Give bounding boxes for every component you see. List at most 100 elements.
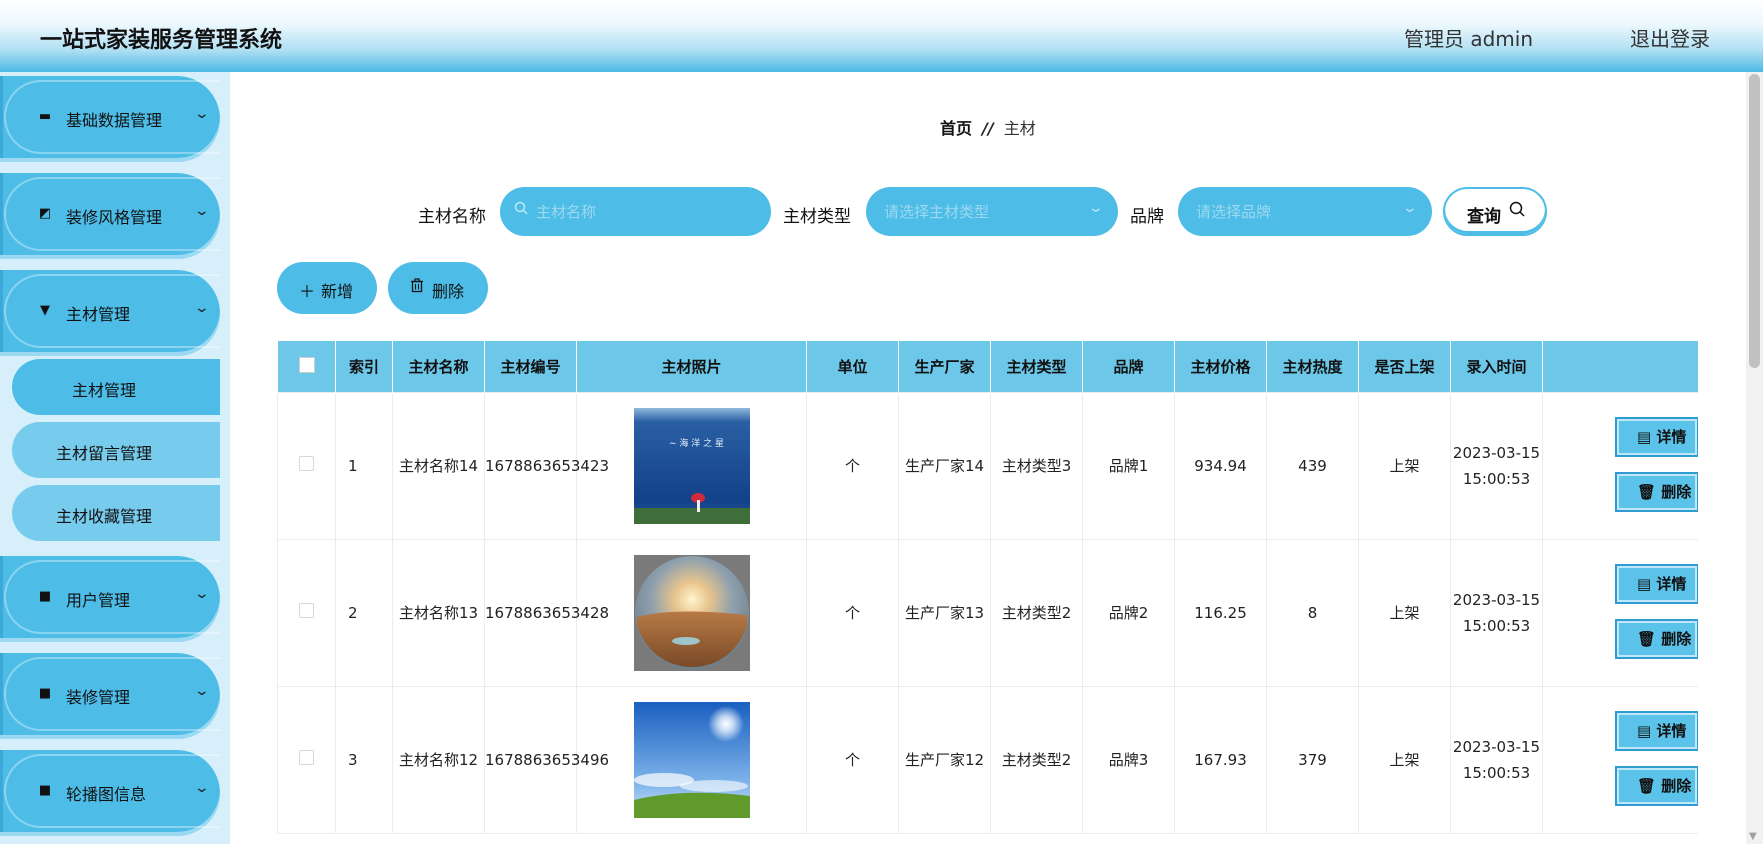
trash-icon: 🗑 xyxy=(1637,630,1657,648)
cell-photo xyxy=(576,539,807,687)
cell-type: 主材类型2 xyxy=(990,686,1083,834)
logout-link[interactable]: 退出登录 xyxy=(1630,23,1710,52)
detail-button[interactable]: ▤ 详情 xyxy=(1615,417,1698,457)
cell-code: 1678863653496 xyxy=(484,686,609,834)
detail-button-label: 详情 xyxy=(1656,722,1687,740)
row-checkbox[interactable] xyxy=(277,686,336,834)
scrollbar-thumb[interactable] xyxy=(1749,74,1760,368)
detail-button[interactable]: ▤ 详情 xyxy=(1615,711,1698,751)
column-header: 是否上架 xyxy=(1358,340,1451,393)
select-all-checkbox[interactable] xyxy=(277,340,336,393)
cell-index: 3 xyxy=(335,686,393,834)
column-header: 主材价格 xyxy=(1174,340,1267,393)
cell-unit: 个 xyxy=(806,539,899,687)
column-header: 生产厂家 xyxy=(898,340,991,393)
sidebar-menu-carousel[interactable]: ■ 轮播图信息 ⌄ xyxy=(0,750,220,836)
cell-listed: 上架 xyxy=(1358,539,1451,687)
cell-time: 2023-03-15 15:00:53 xyxy=(1450,392,1543,540)
sidebar-submenu-label: 主材管理 xyxy=(72,381,137,400)
detail-button-label: 详情 xyxy=(1656,428,1687,446)
cell-heat: 379 xyxy=(1266,686,1359,834)
row-checkbox[interactable] xyxy=(277,539,336,687)
cell-maker: 生产厂家14 xyxy=(898,392,991,540)
document-icon: ▤ xyxy=(1637,575,1652,593)
sidebar-submenu-material-comments[interactable]: 主材留言管理 xyxy=(12,422,220,478)
table-row: 2 主材名称13 1678863653428 个 生产厂家13 主材类型2 品牌… xyxy=(277,539,1698,687)
chevron-down-icon: ⌄ xyxy=(193,586,211,602)
sidebar-menu-decoration[interactable]: ■ 装修管理 ⌄ xyxy=(0,653,220,739)
add-button[interactable]: ＋ 新增 xyxy=(277,262,377,314)
delete-button[interactable]: 🗑 删除 xyxy=(1615,472,1698,512)
delete-button[interactable]: 🗑 删除 xyxy=(1615,766,1698,806)
material-name-placeholder: 主材名称 xyxy=(536,203,597,221)
desert-photo[interactable] xyxy=(633,555,750,671)
brush-icon: ▼ xyxy=(40,303,50,318)
scroll-down-arrow-icon[interactable]: ▼ xyxy=(1749,831,1757,842)
sky-photo[interactable] xyxy=(633,702,750,818)
document-icon: ▤ xyxy=(1637,722,1652,740)
sidebar-submenu-material-favorites[interactable]: 主材收藏管理 xyxy=(12,485,220,541)
sidebar-menu-basic-data[interactable]: ▬ 基础数据管理 ⌄ xyxy=(0,76,220,162)
cell-photo: ~ 海 洋 之 星 xyxy=(576,392,807,540)
plus-icon: ＋ xyxy=(299,282,316,301)
cell-unit: 个 xyxy=(806,392,899,540)
trash-icon: 🗑 xyxy=(1637,483,1657,501)
cell-listed: 上架 xyxy=(1358,686,1451,834)
query-button[interactable]: 查询 xyxy=(1443,187,1547,236)
row-checkbox[interactable] xyxy=(277,392,336,540)
cell-time: 2023-03-15 15:00:53 xyxy=(1450,686,1543,834)
column-header: 索引 xyxy=(335,340,393,393)
cell-brand: 品牌3 xyxy=(1082,686,1175,834)
cell-brand: 品牌2 xyxy=(1082,539,1175,687)
chart-icon: ◩ xyxy=(38,206,52,221)
column-header: 主材编号 xyxy=(484,340,577,393)
chevron-down-icon: ⌄ xyxy=(193,106,211,122)
column-header: 品牌 xyxy=(1082,340,1175,393)
cell-maker: 生产厂家12 xyxy=(898,686,991,834)
sidebar-menu-label: 用户管理 xyxy=(66,591,131,610)
detail-button[interactable]: ▤ 详情 xyxy=(1615,564,1698,604)
document-icon: ▤ xyxy=(1637,428,1652,446)
material-type-placeholder: 请选择主材类型 xyxy=(884,203,990,221)
sidebar-menu-label: 装修风格管理 xyxy=(66,208,163,227)
table-header-row: 索引 主材名称 主材编号 主材照片 单位 生产厂家 主材类型 品牌 主材价格 主… xyxy=(277,340,1698,393)
cell-heat: 8 xyxy=(1266,539,1359,687)
brand-select[interactable]: 请选择品牌 ⌄ xyxy=(1178,187,1432,236)
chevron-down-icon: ⌄ xyxy=(193,203,211,219)
batch-delete-button[interactable]: 删除 xyxy=(388,262,488,314)
cell-index: 1 xyxy=(335,392,393,540)
grid-icon: ■ xyxy=(38,589,52,604)
table-row: 1 主材名称14 1678863653423 ~ 海 洋 之 星 个 生产厂家1… xyxy=(277,392,1698,540)
sidebar-menu-users[interactable]: ■ 用户管理 ⌄ xyxy=(0,556,220,642)
material-type-label: 主材类型 xyxy=(783,207,851,227)
sidebar-menu-label: 装修管理 xyxy=(66,688,131,707)
cell-code: 1678863653428 xyxy=(484,539,609,687)
sidebar: ▬ 基础数据管理 ⌄ ◩ 装修风格管理 ⌄ ▼ 主材管理 ⌄ 主材管理 主材留言… xyxy=(0,72,230,844)
delete-button[interactable]: 🗑 删除 xyxy=(1615,619,1698,659)
material-type-select[interactable]: 请选择主材类型 ⌄ xyxy=(866,187,1118,236)
cell-heat: 439 xyxy=(1266,392,1359,540)
sea-photo[interactable]: ~ 海 洋 之 星 xyxy=(633,408,750,524)
sidebar-menu-label: 轮播图信息 xyxy=(66,785,147,804)
table-row: 3 主材名称12 1678863653496 个 生产厂家12 主材类型2 品牌… xyxy=(277,686,1698,834)
cell-price: 116.25 xyxy=(1174,539,1267,687)
brand-label: 品牌 xyxy=(1130,207,1164,227)
sidebar-submenu-label: 主材留言管理 xyxy=(56,444,153,463)
page-scrollbar[interactable]: ▼ xyxy=(1746,72,1763,844)
sidebar-menu-decoration-style[interactable]: ◩ 装修风格管理 ⌄ xyxy=(0,173,220,259)
breadcrumb-current: 主材 xyxy=(1003,119,1036,138)
sidebar-menu-label: 基础数据管理 xyxy=(66,111,163,130)
cell-price: 934.94 xyxy=(1174,392,1267,540)
cell-listed: 上架 xyxy=(1358,392,1451,540)
search-icon xyxy=(514,201,528,219)
material-name-input[interactable]: 主材名称 xyxy=(500,187,771,236)
monitor-icon: ▬ xyxy=(38,109,52,124)
column-header: 录入时间 xyxy=(1450,340,1543,393)
cell-maker: 生产厂家13 xyxy=(898,539,991,687)
cell-name: 主材名称13 xyxy=(392,539,485,687)
chevron-down-icon: ⌄ xyxy=(1401,200,1419,216)
top-header: 一站式家装服务管理系统 管理员 admin 退出登录 xyxy=(0,0,1763,72)
breadcrumb-home[interactable]: 首页 xyxy=(940,119,972,138)
sidebar-menu-material[interactable]: ▼ 主材管理 ⌄ xyxy=(0,270,220,356)
sidebar-submenu-material-manage[interactable]: 主材管理 xyxy=(12,359,220,415)
